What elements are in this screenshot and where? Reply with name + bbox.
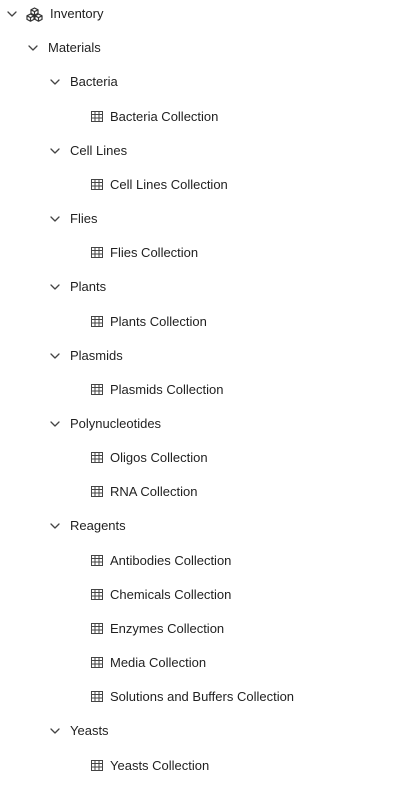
chevron-down-icon[interactable] [49, 145, 61, 157]
chevron-down-icon[interactable] [49, 76, 61, 88]
tree-node-label: Plasmids [70, 348, 123, 363]
tree-node-plasmids[interactable]: Plasmids [0, 344, 409, 368]
tree-leaf-collection[interactable]: Antibodies Collection [0, 549, 409, 573]
tree-leaf-collection[interactable]: Solutions and Buffers Collection [0, 685, 409, 709]
tree-node-label: Materials [48, 40, 101, 55]
tree-leaf-label: RNA Collection [110, 484, 198, 499]
tree-leaf-label: Plasmids Collection [110, 382, 224, 397]
tree-node-label: Plants [70, 279, 107, 294]
inventory-cubes-icon [26, 7, 43, 22]
tree-leaf-label: Bacteria Collection [110, 109, 219, 124]
tree-leaf-label: Flies Collection [110, 245, 199, 260]
tree-leaf-label: Yeasts Collection [110, 758, 210, 773]
chevron-down-icon[interactable] [27, 42, 39, 54]
tree-leaf-label: Oligos Collection [110, 450, 208, 465]
table-icon [91, 691, 103, 702]
chevron-down-icon[interactable] [49, 725, 61, 737]
chevron-down-icon[interactable] [49, 418, 61, 430]
tree-node-bacteria[interactable]: Bacteria [0, 70, 409, 94]
table-icon [91, 760, 103, 771]
table-icon [91, 111, 103, 122]
tree-leaf-collection[interactable]: Chemicals Collection [0, 583, 409, 607]
tree-leaf-label: Cell Lines Collection [110, 177, 228, 192]
table-icon [91, 657, 103, 668]
tree-leaf-label: Plants Collection [110, 314, 207, 329]
tree-leaf-label: Media Collection [110, 655, 207, 670]
tree-node-inventory[interactable]: Inventory [0, 2, 409, 26]
table-icon [91, 384, 103, 395]
tree-leaf-collection[interactable]: Plants Collection [0, 310, 409, 334]
tree-node-yeasts[interactable]: Yeasts [0, 719, 409, 743]
tree-node-reagents[interactable]: Reagents [0, 514, 409, 538]
table-icon [91, 623, 103, 634]
tree-leaf-collection[interactable]: Media Collection [0, 651, 409, 675]
tree-node-label: Yeasts [70, 723, 109, 738]
table-icon [91, 452, 103, 463]
tree-leaf-collection[interactable]: RNA Collection [0, 480, 409, 504]
tree-node-label: Inventory [50, 6, 104, 21]
inventory-tree: Inventory Materials Bacteria Bacteria Co… [0, 0, 409, 787]
tree-node-label: Polynucleotides [70, 416, 162, 431]
tree-leaf-collection[interactable]: Oligos Collection [0, 446, 409, 470]
tree-node-cell-lines[interactable]: Cell Lines [0, 139, 409, 163]
tree-leaf-collection[interactable]: Cell Lines Collection [0, 173, 409, 197]
chevron-down-icon[interactable] [49, 281, 61, 293]
tree-node-label: Bacteria [70, 74, 118, 89]
tree-leaf-label: Solutions and Buffers Collection [110, 689, 295, 704]
table-icon [91, 589, 103, 600]
table-icon [91, 486, 103, 497]
tree-leaf-label: Enzymes Collection [110, 621, 225, 636]
tree-leaf-label: Antibodies Collection [110, 553, 232, 568]
chevron-down-icon[interactable] [49, 520, 61, 532]
chevron-down-icon[interactable] [6, 8, 18, 20]
tree-node-plants[interactable]: Plants [0, 275, 409, 299]
tree-leaf-collection[interactable]: Flies Collection [0, 241, 409, 265]
tree-leaf-label: Chemicals Collection [110, 587, 232, 602]
tree-node-label: Flies [70, 211, 98, 226]
tree-node-polynucleotides[interactable]: Polynucleotides [0, 412, 409, 436]
chevron-down-icon[interactable] [49, 350, 61, 362]
table-icon [91, 179, 103, 190]
chevron-down-icon[interactable] [49, 213, 61, 225]
tree-node-label: Cell Lines [70, 143, 128, 158]
tree-leaf-collection[interactable]: Yeasts Collection [0, 754, 409, 778]
tree-leaf-collection[interactable]: Enzymes Collection [0, 617, 409, 641]
tree-leaf-collection[interactable]: Bacteria Collection [0, 105, 409, 129]
tree-leaf-collection[interactable]: Plasmids Collection [0, 378, 409, 402]
tree-node-flies[interactable]: Flies [0, 207, 409, 231]
table-icon [91, 555, 103, 566]
tree-node-label: Reagents [70, 518, 126, 533]
table-icon [91, 247, 103, 258]
table-icon [91, 316, 103, 327]
tree-node-materials[interactable]: Materials [0, 36, 409, 60]
